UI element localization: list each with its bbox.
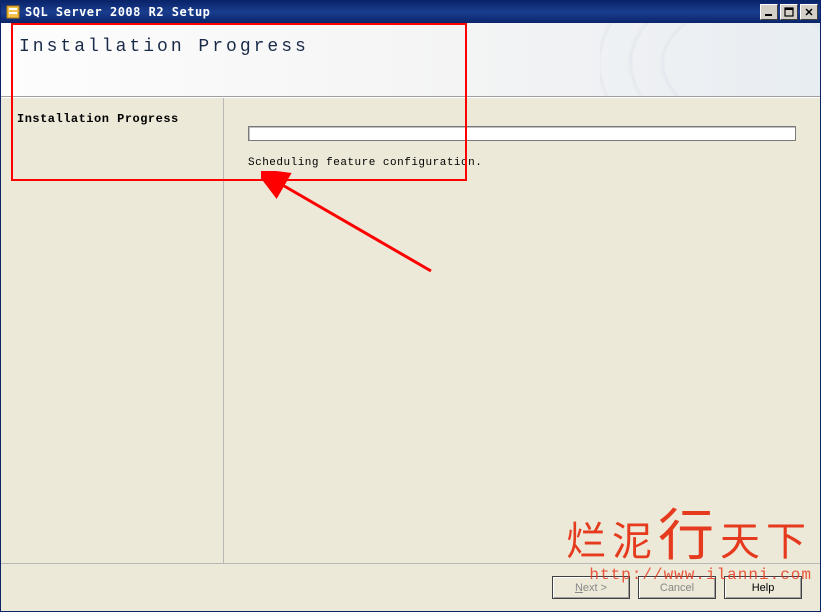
main-panel: Scheduling feature configuration.: [224, 98, 820, 563]
minimize-button[interactable]: [760, 4, 778, 20]
wizard-footer: Next > Cancel Help: [1, 563, 820, 611]
steps-sidebar: Installation Progress: [1, 98, 224, 563]
wizard-header: Installation Progress: [1, 23, 820, 97]
window-controls: [760, 4, 818, 20]
window-title: SQL Server 2008 R2 Setup: [25, 5, 760, 19]
next-button[interactable]: Next >: [552, 576, 630, 599]
app-icon: [5, 4, 21, 20]
status-text: Scheduling feature configuration.: [248, 157, 796, 169]
sidebar-step-current: Installation Progress: [17, 112, 207, 126]
titlebar: SQL Server 2008 R2 Setup: [1, 1, 820, 23]
progress-bar: [248, 126, 796, 141]
page-title: Installation Progress: [19, 37, 802, 57]
cancel-button[interactable]: Cancel: [638, 576, 716, 599]
help-button[interactable]: Help: [724, 576, 802, 599]
close-button[interactable]: [800, 4, 818, 20]
content-area: Installation Progress Scheduling feature…: [1, 97, 820, 563]
maximize-button[interactable]: [780, 4, 798, 20]
setup-window: SQL Server 2008 R2 Setup Installation Pr…: [0, 0, 821, 612]
